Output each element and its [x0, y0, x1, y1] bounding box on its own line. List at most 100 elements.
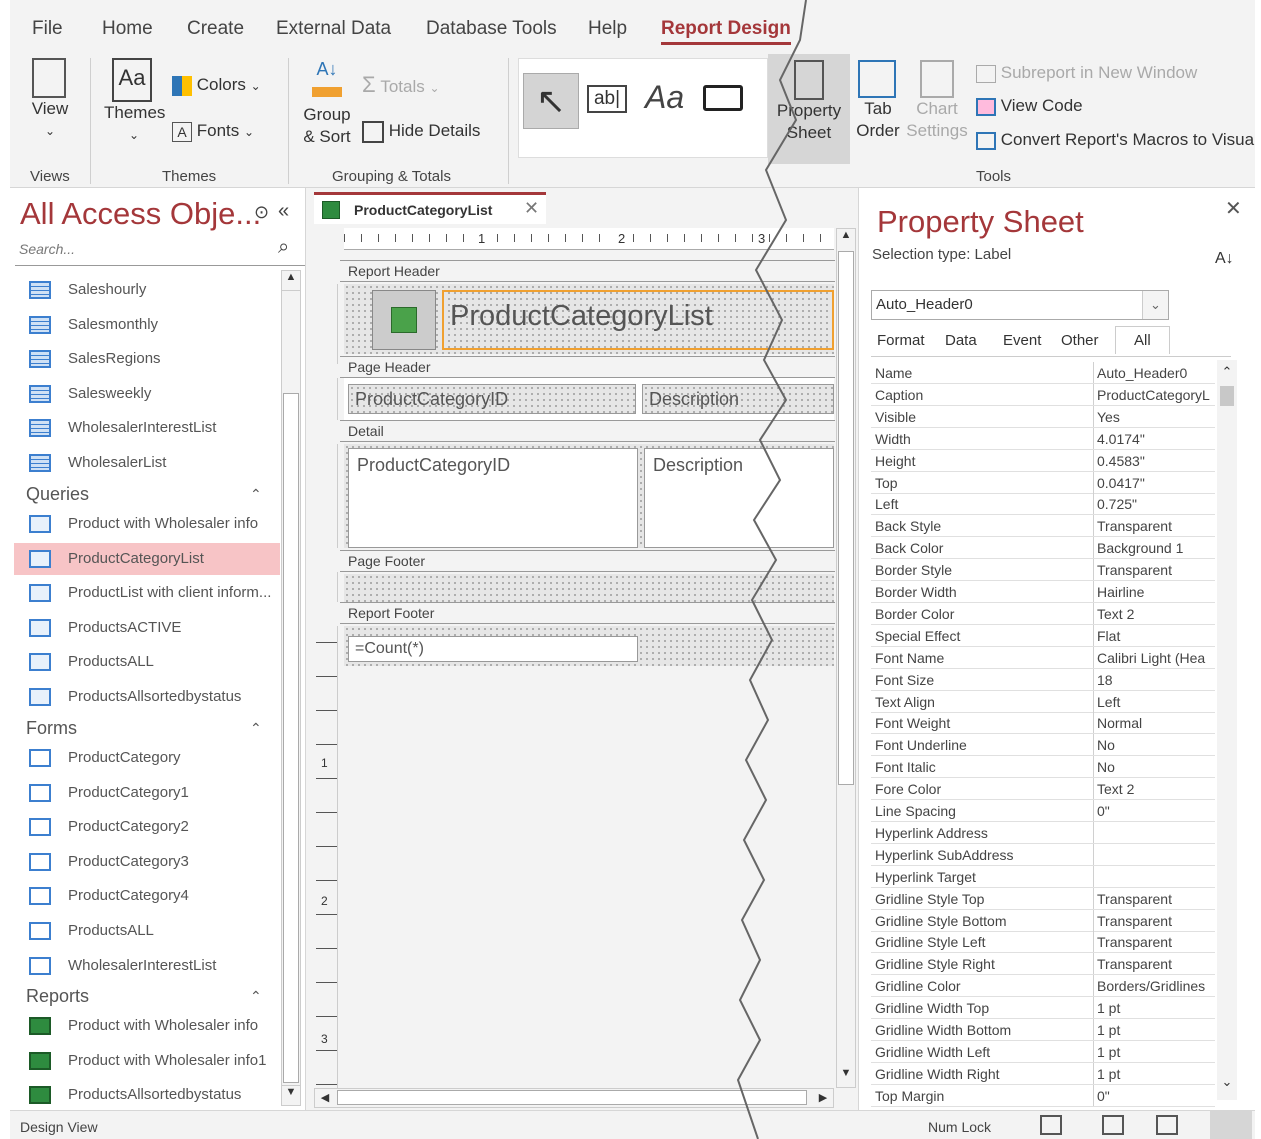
property-value[interactable]: Background 1: [1097, 540, 1215, 556]
property-value[interactable]: Transparent: [1097, 956, 1215, 972]
property-row[interactable]: Hyperlink Address: [871, 821, 1215, 844]
property-value[interactable]: 1 pt: [1097, 1044, 1215, 1060]
tab-create[interactable]: Create: [187, 18, 244, 40]
property-sheet-button[interactable]: Property Sheet: [768, 54, 850, 164]
property-value[interactable]: 0.0417": [1097, 475, 1215, 491]
property-row[interactable]: Font Underline No: [871, 734, 1215, 757]
property-value[interactable]: Normal: [1097, 715, 1215, 731]
detail-textbox-productcategoryid[interactable]: ProductCategoryID: [348, 448, 638, 548]
property-row[interactable]: Height 0.4583": [871, 449, 1215, 472]
property-row[interactable]: Gridline Style Left Transparent: [871, 931, 1215, 954]
property-row[interactable]: Gridline Style Bottom Transparent: [871, 909, 1215, 932]
property-value[interactable]: Transparent: [1097, 934, 1215, 950]
property-row[interactable]: Top 0.0417": [871, 471, 1215, 494]
view-button[interactable]: View ⌄: [28, 58, 72, 142]
property-row[interactable]: Gridline Width Bottom 1 pt: [871, 1019, 1215, 1041]
report-header-section[interactable]: ProductCategoryList: [344, 284, 834, 354]
label-control[interactable]: Aa: [645, 79, 684, 116]
property-row[interactable]: Font Italic No: [871, 756, 1215, 779]
property-value[interactable]: Text 2: [1097, 781, 1215, 797]
ps-tab-format[interactable]: Format: [877, 332, 925, 349]
hide-details-button[interactable]: Hide Details: [362, 120, 480, 143]
property-value[interactable]: ProductCategoryL: [1097, 387, 1215, 403]
nav-item[interactable]: ProductsALL: [14, 646, 280, 678]
nav-item[interactable]: ProductsAllsortedbystatus: [14, 681, 280, 713]
property-value[interactable]: 1 pt: [1097, 1066, 1215, 1082]
property-value[interactable]: Text 2: [1097, 606, 1215, 622]
report-footer-section[interactable]: =Count(*): [344, 626, 834, 666]
ps-tab-all[interactable]: All: [1115, 326, 1170, 354]
property-row[interactable]: Hyperlink Target: [871, 865, 1215, 888]
band-report-header[interactable]: Report Header: [340, 260, 835, 282]
chart-settings-button[interactable]: Chart Settings: [906, 60, 968, 142]
property-row[interactable]: Gridline Style Top Transparent: [871, 887, 1215, 910]
scroll-down-icon[interactable]: ▼: [282, 1085, 300, 1105]
nav-item[interactable]: Product with Wholesaler info1: [14, 1045, 280, 1077]
tab-help[interactable]: Help: [588, 18, 627, 40]
design-scroll-thumb[interactable]: [838, 251, 854, 785]
property-value[interactable]: Transparent: [1097, 913, 1215, 929]
nav-group-queries[interactable]: Queries: [26, 484, 89, 505]
scroll-up-icon[interactable]: ⌃: [1217, 364, 1237, 380]
property-value[interactable]: Yes: [1097, 409, 1215, 425]
property-row[interactable]: Font Weight Normal: [871, 712, 1215, 735]
collapse-group-icon[interactable]: ⌃: [250, 988, 262, 1005]
property-row[interactable]: Gridline Width Left 1 pt: [871, 1040, 1215, 1063]
band-page-header[interactable]: Page Header: [340, 356, 835, 378]
ps-tab-other[interactable]: Other: [1061, 332, 1099, 349]
tab-file[interactable]: File: [32, 18, 63, 40]
property-row[interactable]: Border Style Transparent: [871, 559, 1215, 582]
property-row[interactable]: Caption ProductCategoryL: [871, 383, 1215, 406]
report-view-icon[interactable]: [1040, 1115, 1062, 1135]
nav-scrollbar[interactable]: ▲ ▼: [281, 270, 301, 1106]
property-value[interactable]: Flat: [1097, 628, 1215, 644]
property-row[interactable]: Border Width Hairline: [871, 581, 1215, 603]
nav-item[interactable]: ProductCategory2: [14, 811, 280, 843]
ps-scroll-thumb[interactable]: [1220, 386, 1234, 406]
design-view-icon[interactable]: [1210, 1111, 1252, 1139]
scroll-right-icon[interactable]: ▶: [813, 1089, 833, 1107]
nav-item[interactable]: Salesweekly: [14, 378, 280, 410]
nav-item[interactable]: ProductsACTIVE: [14, 612, 280, 644]
band-page-footer[interactable]: Page Footer: [340, 550, 835, 572]
colors-button[interactable]: Colors ⌄: [172, 74, 261, 97]
property-value[interactable]: 18: [1097, 672, 1215, 688]
detail-textbox-description[interactable]: Description: [644, 448, 834, 548]
property-row[interactable]: Font Size 18: [871, 668, 1215, 691]
tab-home[interactable]: Home: [102, 18, 153, 40]
view-code-button[interactable]: View Code: [976, 95, 1083, 117]
property-value[interactable]: No: [1097, 759, 1215, 775]
property-value[interactable]: Calibri Light (Hea: [1097, 650, 1215, 666]
property-row[interactable]: Gridline Width Top 1 pt: [871, 997, 1215, 1020]
design-vscrollbar[interactable]: ▲ ▼: [836, 228, 856, 1088]
property-row[interactable]: Gridline Color Borders/Gridlines: [871, 975, 1215, 998]
page-footer-section[interactable]: [344, 574, 834, 602]
convert-macros-button[interactable]: Convert Report's Macros to Visua: [976, 129, 1254, 151]
document-tab[interactable]: ProductCategoryList ✕: [314, 192, 546, 224]
nav-pane-title[interactable]: All Access Obje...: [20, 196, 261, 232]
property-value[interactable]: Borders/Gridlines: [1097, 978, 1215, 994]
property-value[interactable]: 0.725": [1097, 496, 1215, 512]
scroll-up-icon[interactable]: ▲: [282, 271, 300, 291]
nav-item[interactable]: Saleshourly: [14, 274, 280, 306]
layout-view-icon[interactable]: [1156, 1115, 1178, 1135]
nav-item[interactable]: WholesalerInterestList: [14, 412, 280, 444]
nav-search-input[interactable]: Search...: [15, 236, 305, 266]
property-value[interactable]: No: [1097, 737, 1215, 753]
nav-scroll-thumb[interactable]: [283, 393, 299, 1083]
property-value[interactable]: Hairline: [1097, 584, 1215, 600]
nav-item[interactable]: WholesalerInterestList: [14, 950, 280, 982]
band-report-footer[interactable]: Report Footer: [340, 602, 835, 624]
page-header-section[interactable]: ProductCategoryID Description: [344, 378, 834, 420]
close-icon[interactable]: ✕: [1225, 196, 1242, 221]
property-row[interactable]: Line Spacing 0": [871, 800, 1215, 822]
scroll-left-icon[interactable]: ◀: [315, 1089, 335, 1107]
property-row[interactable]: Gridline Style Right Transparent: [871, 953, 1215, 976]
collapse-group-icon[interactable]: ⌃: [250, 720, 262, 737]
property-value[interactable]: Transparent: [1097, 562, 1215, 578]
property-row[interactable]: Top Margin 0": [871, 1084, 1215, 1107]
ps-tab-data[interactable]: Data: [945, 332, 977, 349]
property-row[interactable]: Back Color Background 1: [871, 537, 1215, 560]
nav-item[interactable]: ProductCategory: [14, 742, 280, 774]
scroll-down-icon[interactable]: ⌄: [1217, 1074, 1237, 1090]
